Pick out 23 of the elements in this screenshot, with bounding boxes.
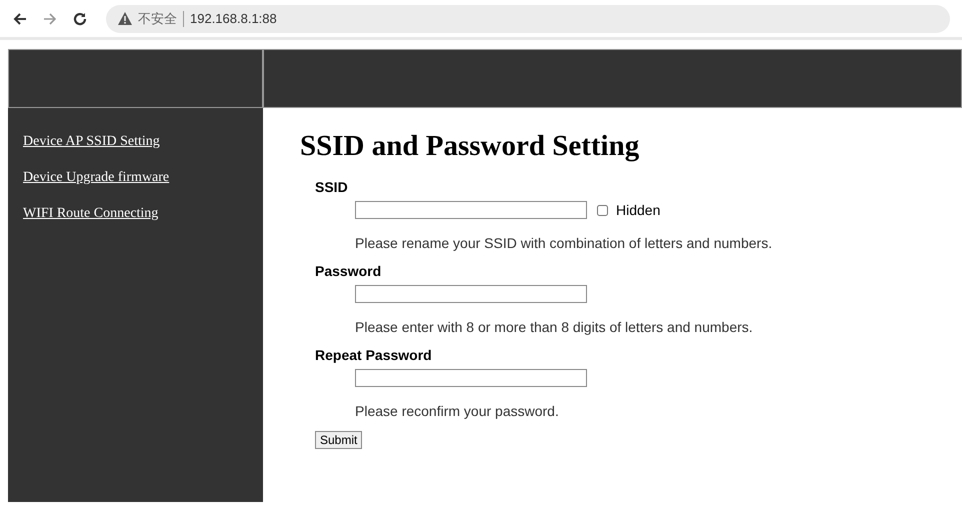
hint-text: Please enter with 8 or more than 8 digits of letters and numbers. — [355, 319, 754, 335]
text-field[interactable] — [355, 201, 587, 219]
text-field[interactable] — [355, 369, 587, 387]
field-label: Repeat Password — [315, 347, 432, 363]
sidebar-link[interactable]: WIFI Route Connecting — [23, 206, 158, 222]
hint-text: Please reconfirm your password. — [355, 403, 560, 419]
field-label: SSID — [315, 179, 348, 195]
reload-icon[interactable] — [72, 10, 88, 26]
submit-button[interactable]: Submit — [315, 431, 362, 449]
back-icon[interactable] — [12, 10, 28, 26]
field-label: Password — [315, 263, 382, 279]
page-title: SSID and Password Setting — [300, 130, 640, 163]
sidebar-link[interactable]: Device Upgrade firmware — [23, 170, 170, 186]
address-bar[interactable]: 不安全 192.168.8.1:88 — [106, 4, 950, 32]
text-field[interactable] — [355, 285, 587, 303]
security-label: 不安全 — [138, 10, 177, 28]
warning-icon — [118, 12, 132, 25]
forward-icon[interactable] — [42, 10, 58, 26]
sidebar-link[interactable]: Device AP SSID Setting — [23, 134, 160, 150]
hidden-checkbox[interactable] — [597, 204, 608, 216]
hint-text: Please rename your SSID with combination of letters and numbers. — [355, 235, 774, 251]
url-text: 192.168.8.1:88 — [190, 11, 277, 26]
checkbox-label: Hidden — [616, 202, 660, 218]
